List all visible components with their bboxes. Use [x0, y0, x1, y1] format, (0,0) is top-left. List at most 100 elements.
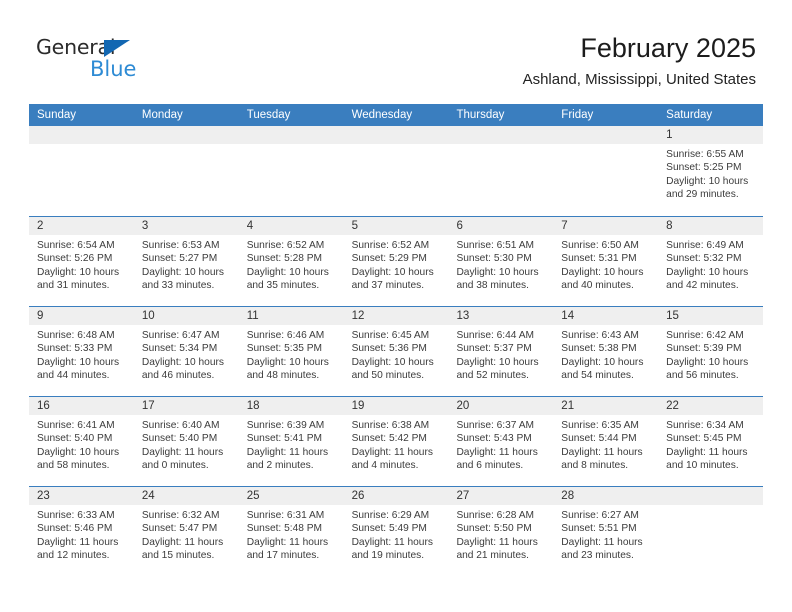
day-info: Sunrise: 6:55 AM Sunset: 5:25 PM Daylight:…: [658, 144, 763, 201]
day-cell[interactable]: 19 Sunrise: 6:38 AM Sunset: 5:42 PM Dayligh…: [343, 397, 449, 486]
day-number: 3: [133, 217, 239, 235]
weekday-header-saturday: Saturday: [666, 109, 713, 121]
day-cell[interactable]: 26 Sunrise: 6:29 AM Sunset: 5:49 PM Dayligh…: [343, 487, 449, 576]
day-info: Sunrise: 6:47 AM Sunset: 5:34 PM Daylight:…: [134, 325, 239, 382]
day-info: Sunrise: 6:35 AM Sunset: 5:44 PM Daylight:…: [553, 415, 658, 472]
day-cell[interactable]: 21 Sunrise: 6:35 AM Sunset: 5:44 PM Dayligh…: [553, 397, 659, 486]
day-cell[interactable]: [29, 126, 134, 216]
daylight-text: Daylight: 10 hours and 50 minutes.: [351, 356, 434, 381]
daylight-text: Daylight: 11 hours and 15 minutes.: [141, 536, 224, 561]
daylight-text: Daylight: 11 hours and 0 minutes.: [141, 446, 224, 471]
day-cell[interactable]: 6 Sunrise: 6:51 AM Sunset: 5:30 PM Daylight…: [448, 217, 554, 306]
daylight-text: Daylight: 11 hours and 6 minutes.: [456, 446, 538, 471]
sunrise-text: Sunrise: 6:47 AM: [141, 330, 220, 341]
day-cell[interactable]: 10 Sunrise: 6:47 AM Sunset: 5:34 PM Dayligh…: [133, 307, 239, 396]
day-cell[interactable]: 25 Sunrise: 6:31 AM Sunset: 5:48 PM Dayligh…: [238, 487, 344, 576]
daylight-text: Daylight: 10 hours and 56 minutes.: [666, 356, 749, 381]
day-cell[interactable]: 12 Sunrise: 6:45 AM Sunset: 5:36 PM Dayligh…: [343, 307, 449, 396]
general-blue-logo: General Blue: [36, 36, 196, 88]
weekday-header-friday: Friday: [561, 109, 594, 121]
sunset-text: Sunset: 5:41 PM: [246, 433, 323, 445]
sunrise-text: Sunrise: 6:27 AM: [561, 510, 639, 521]
sunrise-text: Sunrise: 6:45 AM: [351, 330, 430, 341]
day-number: 21: [553, 397, 659, 415]
sunset-text: Sunset: 5:38 PM: [561, 343, 637, 355]
day-number: 24: [133, 487, 239, 505]
day-cell[interactable]: 13 Sunrise: 6:44 AM Sunset: 5:37 PM Dayligh…: [448, 307, 554, 396]
day-cell[interactable]: 3 Sunrise: 6:53 AM Sunset: 5:27 PM Daylight…: [133, 217, 239, 306]
day-cell[interactable]: [133, 126, 239, 216]
day-info: Sunrise: 6:40 AM Sunset: 5:40 PM Daylight:…: [134, 415, 239, 472]
day-number: 15: [658, 307, 764, 325]
day-number: [133, 126, 239, 144]
weekday-header-wednesday: Wednesday: [351, 109, 413, 121]
sunrise-text: Sunrise: 6:52 AM: [246, 240, 325, 251]
day-info: Sunrise: 6:41 AM Sunset: 5:40 PM Daylight:…: [29, 415, 134, 472]
sunset-text: Sunset: 5:33 PM: [37, 343, 113, 355]
daylight-text: Daylight: 10 hours and 48 minutes.: [246, 356, 329, 381]
weekday-header-sunday: Sunday: [37, 109, 77, 121]
day-info: Sunrise: 6:51 AM Sunset: 5:30 PM Daylight:…: [448, 235, 553, 292]
sunset-text: Sunset: 5:45 PM: [666, 433, 742, 445]
day-cell[interactable]: 2 Sunrise: 6:54 AM Sunset: 5:26 PM Daylight…: [29, 217, 134, 306]
daylight-text: Daylight: 11 hours and 8 minutes.: [561, 446, 643, 471]
day-cell[interactable]: 17 Sunrise: 6:40 AM Sunset: 5:40 PM Dayligh…: [133, 397, 239, 486]
sunset-text: Sunset: 5:31 PM: [561, 253, 637, 265]
day-number: 19: [343, 397, 449, 415]
day-cell[interactable]: 24 Sunrise: 6:32 AM Sunset: 5:47 PM Dayligh…: [133, 487, 239, 576]
day-number: 6: [448, 217, 554, 235]
day-cell[interactable]: 9 Sunrise: 6:48 AM Sunset: 5:33 PM Daylight…: [29, 307, 134, 396]
day-cell[interactable]: 20 Sunrise: 6:37 AM Sunset: 5:43 PM Dayligh…: [448, 397, 554, 486]
day-cell[interactable]: [343, 126, 449, 216]
day-cell[interactable]: 15 Sunrise: 6:42 AM Sunset: 5:39 PM Dayligh…: [658, 307, 764, 396]
day-cell[interactable]: 5 Sunrise: 6:52 AM Sunset: 5:29 PM Daylight…: [343, 217, 449, 306]
sunrise-text: Sunrise: 6:42 AM: [666, 330, 744, 341]
day-cell[interactable]: 7 Sunrise: 6:50 AM Sunset: 5:31 PM Daylight…: [553, 217, 659, 306]
day-cell[interactable]: [658, 487, 764, 576]
day-cell[interactable]: 8 Sunrise: 6:49 AM Sunset: 5:32 PM Daylight…: [658, 217, 764, 306]
day-info: Sunrise: 6:49 AM Sunset: 5:32 PM Daylight:…: [658, 235, 763, 292]
sunset-text: Sunset: 5:26 PM: [37, 253, 113, 265]
calendar-week-row: 9 Sunrise: 6:48 AM Sunset: 5:33 PM Daylight…: [29, 306, 764, 396]
daylight-text: Daylight: 10 hours and 42 minutes.: [666, 266, 749, 291]
day-info: [553, 144, 658, 148]
day-number: 5: [343, 217, 449, 235]
day-cell[interactable]: [553, 126, 659, 216]
sunrise-text: Sunrise: 6:49 AM: [666, 240, 744, 251]
sunrise-text: Sunrise: 6:54 AM: [37, 240, 115, 251]
day-cell[interactable]: 22 Sunrise: 6:34 AM Sunset: 5:45 PM Dayligh…: [658, 397, 764, 486]
sunset-text: Sunset: 5:30 PM: [456, 253, 532, 265]
sunrise-text: Sunrise: 6:29 AM: [351, 510, 430, 521]
day-cell[interactable]: 27 Sunrise: 6:28 AM Sunset: 5:50 PM Dayligh…: [448, 487, 554, 576]
day-cell[interactable]: 18 Sunrise: 6:39 AM Sunset: 5:41 PM Dayligh…: [238, 397, 344, 486]
day-info: [658, 505, 763, 509]
day-number: 23: [29, 487, 134, 505]
weekday-header-tuesday: Tuesday: [246, 109, 291, 121]
sunrise-text: Sunrise: 6:34 AM: [666, 420, 744, 431]
day-cell[interactable]: 16 Sunrise: 6:41 AM Sunset: 5:40 PM Dayligh…: [29, 397, 134, 486]
day-cell[interactable]: 4 Sunrise: 6:52 AM Sunset: 5:28 PM Daylight…: [238, 217, 344, 306]
day-number: [658, 487, 764, 505]
sunrise-text: Sunrise: 6:40 AM: [141, 420, 220, 431]
day-cell[interactable]: 14 Sunrise: 6:43 AM Sunset: 5:38 PM Dayligh…: [553, 307, 659, 396]
day-cell[interactable]: 28 Sunrise: 6:27 AM Sunset: 5:51 PM Dayligh…: [553, 487, 659, 576]
day-cell[interactable]: 23 Sunrise: 6:33 AM Sunset: 5:46 PM Dayligh…: [29, 487, 134, 576]
day-cell[interactable]: 11 Sunrise: 6:46 AM Sunset: 5:35 PM Dayligh…: [238, 307, 344, 396]
sunrise-text: Sunrise: 6:50 AM: [561, 240, 639, 251]
sunrise-text: Sunrise: 6:31 AM: [246, 510, 325, 521]
day-cell[interactable]: [448, 126, 554, 216]
logo-triangle-icon: [104, 40, 130, 57]
day-number: 20: [448, 397, 554, 415]
day-cell[interactable]: [238, 126, 344, 216]
sunset-text: Sunset: 5:37 PM: [456, 343, 532, 355]
day-cell[interactable]: 1 Sunrise: 6:55 AM Sunset: 5:25 PM Daylight…: [658, 126, 764, 216]
sunset-text: Sunset: 5:36 PM: [351, 343, 427, 355]
daylight-text: Daylight: 10 hours and 44 minutes.: [37, 356, 120, 381]
weekday-header-row: Sunday Monday Tuesday Wednesday Thursday…: [29, 104, 763, 126]
daylight-text: Daylight: 11 hours and 10 minutes.: [666, 446, 748, 471]
calendar-week-row: 1 Sunrise: 6:55 AM Sunset: 5:25 PM Daylight…: [29, 126, 764, 216]
day-number: [29, 126, 134, 144]
sunset-text: Sunset: 5:49 PM: [351, 523, 427, 535]
day-info: Sunrise: 6:27 AM Sunset: 5:51 PM Daylight:…: [553, 505, 658, 562]
sunset-text: Sunset: 5:29 PM: [351, 253, 427, 265]
